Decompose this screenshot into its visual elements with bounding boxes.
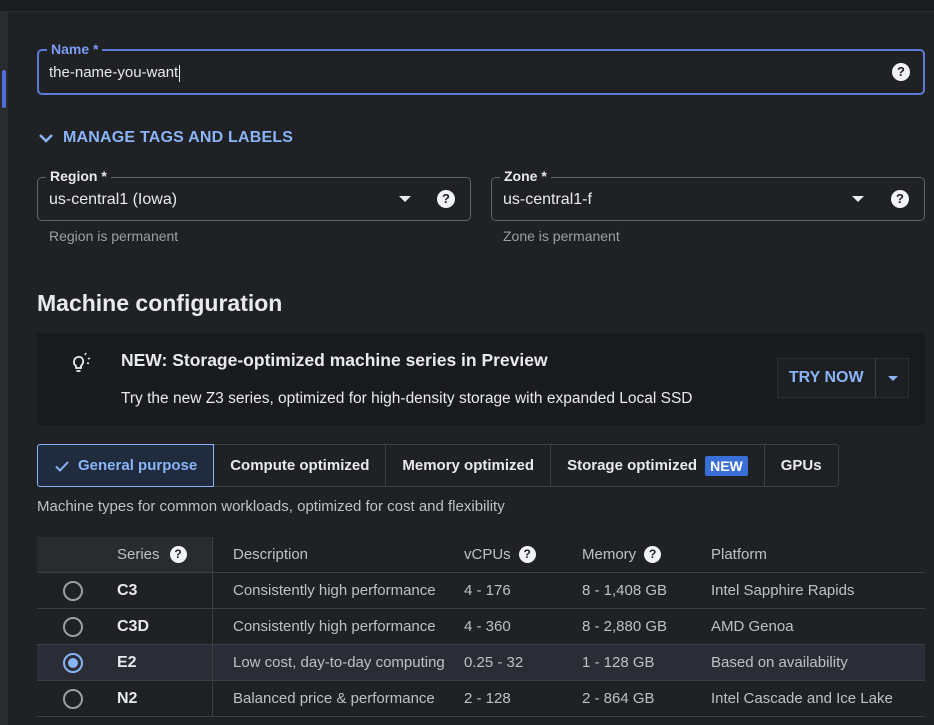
table-row[interactable]: C3 Consistently high performance 4 - 176…: [37, 573, 925, 609]
text-caret: [179, 64, 181, 82]
tab-label: Memory optimized: [402, 457, 535, 474]
vcpus-header: vCPUs ?: [464, 546, 582, 563]
try-now-split-button[interactable]: TRY NOW: [777, 358, 909, 398]
radio-cell: [37, 573, 105, 608]
dropdown-arrow-icon[interactable]: [399, 196, 411, 202]
radio-cell: [37, 681, 105, 716]
rail-indicator: [2, 70, 6, 108]
vcpus-cell: 4 - 360: [464, 618, 511, 635]
region-value: us-central1 (Iowa): [49, 191, 178, 208]
table-row[interactable]: N2 Balanced price & performance 2 - 128 …: [37, 681, 925, 717]
series-radio[interactable]: [63, 653, 83, 673]
help-icon[interactable]: ?: [169, 546, 187, 563]
help-icon[interactable]: ?: [437, 190, 455, 208]
series-cell: C3: [105, 573, 213, 608]
try-now-button[interactable]: TRY NOW: [778, 359, 875, 397]
chevron-down-icon: [39, 134, 53, 143]
name-label: Name *: [47, 41, 103, 57]
vcpus-header-label: vCPUs: [464, 546, 511, 563]
platform-cell: Intel Sapphire Rapids: [711, 582, 855, 599]
radio-cell: [37, 609, 105, 644]
memory-cell: 8 - 2,880 GB: [582, 618, 668, 635]
machine-series-table: Series ? Description vCPUs ? Memory ? Pl…: [37, 537, 925, 717]
region-label: Region *: [46, 168, 111, 184]
description-header: Description: [233, 546, 309, 563]
lightbulb-icon: [73, 352, 91, 372]
radio-cell: [37, 645, 105, 680]
series-header-label: Series: [117, 546, 160, 563]
memory-cell: 2 - 864 GB: [582, 690, 655, 707]
series-name: C3: [117, 581, 138, 599]
vcpus-cell: 0.25 - 32: [464, 654, 524, 671]
vcpus-cell: 2 - 128: [464, 690, 511, 707]
name-field[interactable]: Name * the-name-you-want ?: [37, 41, 925, 95]
zone-hint: Zone is permanent: [503, 228, 620, 244]
new-badge: NEW: [705, 455, 748, 476]
name-input[interactable]: the-name-you-want: [49, 64, 181, 82]
table-header: Series ? Description vCPUs ? Memory ? Pl…: [37, 537, 925, 573]
platform-header: Platform: [711, 546, 767, 563]
series-radio[interactable]: [63, 581, 83, 601]
help-icon[interactable]: ?: [644, 546, 662, 563]
table-row[interactable]: E2 Low cost, day-to-day computing 0.25 -…: [37, 645, 925, 681]
memory-header-label: Memory: [582, 546, 637, 563]
section-title: Machine configuration: [37, 290, 283, 316]
description-cell: Balanced price & performance: [233, 690, 435, 707]
top-strip: [0, 0, 934, 12]
memory-cell: 1 - 128 GB: [582, 654, 655, 671]
try-now-dropdown-icon[interactable]: [874, 359, 909, 397]
tab-compute-optimized[interactable]: Compute optimized: [214, 445, 387, 486]
tab-general-purpose[interactable]: General purpose: [37, 444, 215, 487]
manage-tags-label: MANAGE TAGS AND LABELS: [63, 129, 294, 146]
help-icon[interactable]: ?: [892, 63, 910, 81]
series-name: N2: [117, 689, 138, 707]
machine-family-tabs: General purpose Compute optimized Memory…: [37, 444, 839, 487]
tab-label: General purpose: [78, 457, 198, 474]
series-cell: C3D: [105, 609, 213, 644]
tab-label: Compute optimized: [230, 457, 370, 474]
series-name: C3D: [117, 617, 150, 635]
zone-value: us-central1-f: [503, 191, 592, 208]
series-radio[interactable]: [63, 689, 83, 709]
series-header: Series ?: [105, 537, 213, 572]
platform-cell: AMD Genoa: [711, 618, 794, 635]
series-name: E2: [117, 653, 137, 671]
help-icon[interactable]: ?: [518, 546, 536, 563]
promo-description: Try the new Z3 series, optimized for hig…: [121, 390, 693, 407]
description-cell: Consistently high performance: [233, 582, 436, 599]
platform-cell: Intel Cascade and Ice Lake: [711, 690, 893, 707]
description-cell: Low cost, day-to-day computing: [233, 654, 445, 671]
zone-select[interactable]: Zone * us-central1-f ?: [491, 168, 925, 221]
left-rail: [0, 12, 8, 725]
tab-gpus[interactable]: GPUs: [765, 445, 838, 486]
manage-tags-toggle[interactable]: MANAGE TAGS AND LABELS: [37, 129, 293, 147]
dropdown-arrow-icon[interactable]: [852, 196, 864, 202]
vcpus-cell: 4 - 176: [464, 582, 511, 599]
region-select[interactable]: Region * us-central1 (Iowa) ?: [37, 168, 471, 221]
tab-description: Machine types for common workloads, opti…: [37, 498, 505, 515]
tab-label: Storage optimized: [567, 457, 698, 474]
region-hint: Region is permanent: [49, 228, 179, 244]
tab-memory-optimized[interactable]: Memory optimized: [386, 445, 552, 486]
table-row[interactable]: C3D Consistently high performance 4 - 36…: [37, 609, 925, 645]
series-cell: N2: [105, 681, 213, 716]
memory-header: Memory ?: [582, 546, 711, 563]
memory-cell: 8 - 1,408 GB: [582, 582, 668, 599]
radio-header-cell: [37, 537, 105, 572]
name-input-value: the-name-you-want: [49, 64, 179, 81]
check-icon: [55, 460, 69, 472]
tab-label: GPUs: [780, 457, 822, 474]
zone-label: Zone *: [500, 168, 551, 184]
tab-storage-optimized[interactable]: Storage optimized NEW: [551, 445, 765, 486]
promo-banner: NEW: Storage-optimized machine series in…: [37, 333, 925, 425]
platform-cell: Based on availability: [711, 654, 848, 671]
series-cell: E2: [105, 645, 213, 680]
help-icon[interactable]: ?: [891, 190, 909, 208]
description-cell: Consistently high performance: [233, 618, 436, 635]
series-radio[interactable]: [63, 617, 83, 637]
promo-title: NEW: Storage-optimized machine series in…: [121, 350, 548, 370]
